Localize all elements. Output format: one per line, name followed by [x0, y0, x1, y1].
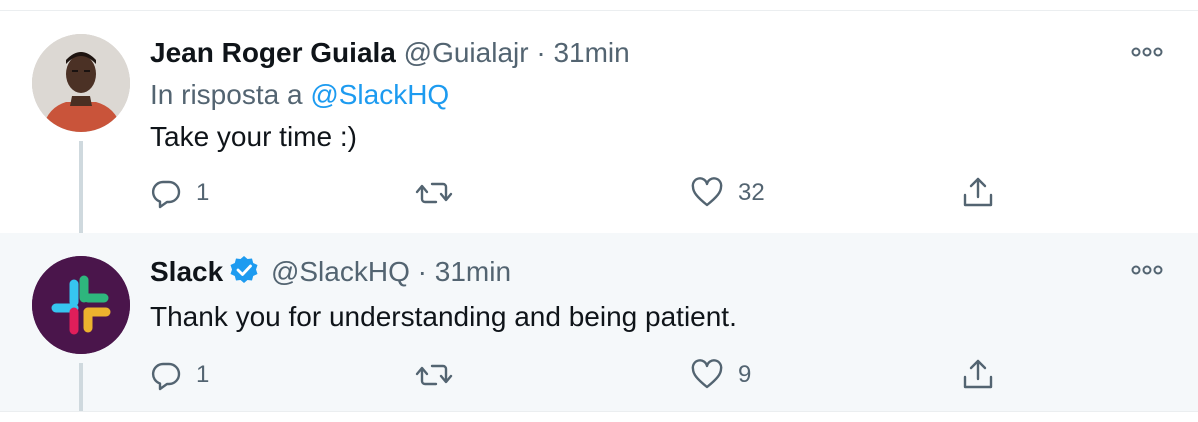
like-button[interactable]: 9	[690, 355, 751, 395]
like-icon	[691, 359, 723, 389]
retweet-icon	[415, 182, 453, 204]
share-button[interactable]	[960, 173, 996, 213]
slack-logo-icon	[32, 256, 130, 354]
reply-button[interactable]: 1	[150, 355, 209, 395]
verified-badge-icon	[229, 255, 259, 292]
handle[interactable]: @Guialajr	[404, 37, 529, 68]
handle[interactable]: @SlackHQ	[271, 256, 410, 287]
reply-context: In risposta a @SlackHQ	[150, 79, 449, 111]
like-button[interactable]: 32	[690, 173, 765, 213]
reply-icon	[151, 362, 181, 391]
more-icon	[1131, 47, 1163, 57]
retweet-icon	[415, 364, 453, 386]
reply-count: 1	[196, 179, 210, 206]
reply-button[interactable]: 1	[150, 173, 209, 213]
retweet-button[interactable]	[414, 173, 454, 213]
tweet-actions: 1 9	[0, 355, 1198, 395]
separator: ·	[417, 256, 427, 287]
divider	[0, 411, 1198, 412]
user-portrait-icon	[32, 34, 130, 132]
tweet-header: Slack @SlackHQ · 31min	[150, 255, 511, 292]
tweet-header: Jean Roger Guiala @Guialajr · 31min	[150, 37, 630, 69]
like-count: 32	[738, 179, 765, 206]
retweet-button[interactable]	[414, 355, 454, 395]
display-name[interactable]: Slack	[150, 256, 223, 287]
reply-count: 1	[196, 361, 210, 388]
tweet-guiala[interactable]: Jean Roger Guiala @Guialajr · 31min In r…	[0, 11, 1198, 233]
tweet-slack[interactable]: Slack @SlackHQ · 31min Thank you for und…	[0, 233, 1198, 411]
reply-prefix: In risposta a	[150, 79, 303, 110]
display-name[interactable]: Jean Roger Guiala	[150, 37, 396, 68]
like-count: 9	[738, 361, 752, 388]
timestamp[interactable]: 31min	[553, 37, 629, 68]
tweet-text: Thank you for understanding and being pa…	[150, 301, 737, 332]
avatar-slack[interactable]	[32, 256, 130, 354]
reply-icon	[151, 180, 181, 209]
share-button[interactable]	[960, 355, 996, 395]
more-options-button[interactable]	[1130, 262, 1164, 278]
reply-mention-link[interactable]: @SlackHQ	[310, 79, 449, 110]
share-icon	[963, 359, 993, 389]
avatar-guiala[interactable]	[32, 34, 130, 132]
like-icon	[691, 177, 723, 207]
tweet-text: Take your time :)	[150, 121, 357, 152]
separator: ·	[536, 37, 546, 68]
tweet-actions: 1 32	[0, 173, 1198, 213]
more-options-button[interactable]	[1130, 44, 1164, 60]
timestamp[interactable]: 31min	[435, 256, 511, 287]
more-icon	[1131, 265, 1163, 275]
share-icon	[963, 177, 993, 207]
